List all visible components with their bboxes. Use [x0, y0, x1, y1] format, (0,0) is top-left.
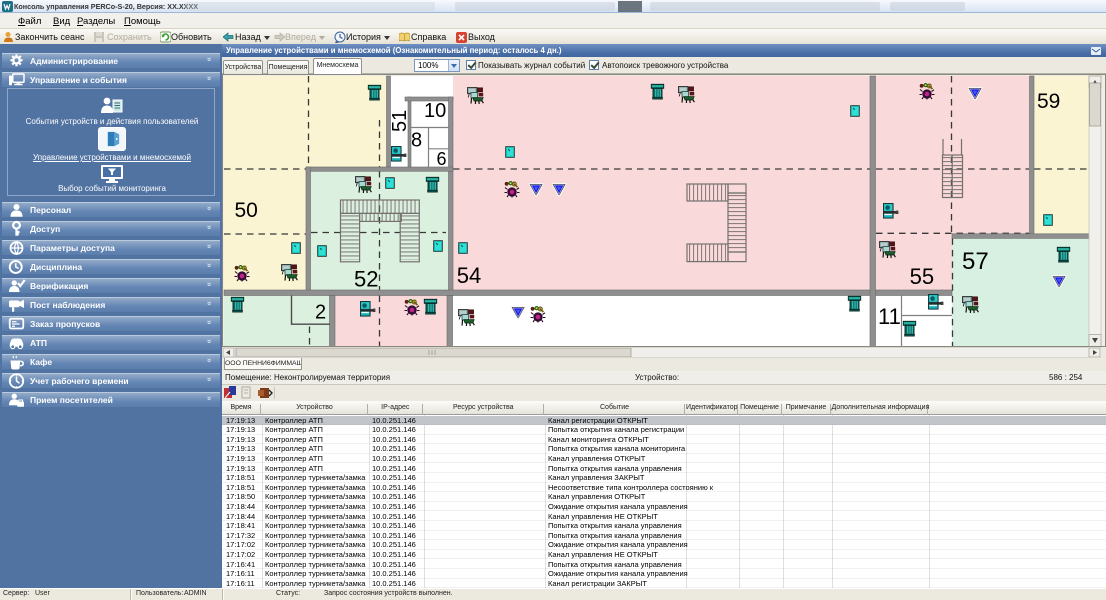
svg-text:59: 59	[1037, 90, 1060, 113]
svg-text:52: 52	[354, 267, 378, 292]
svg-text:11: 11	[878, 304, 901, 329]
svg-text:8: 8	[411, 130, 422, 152]
svg-text:6: 6	[437, 149, 447, 169]
svg-text:50: 50	[235, 199, 258, 222]
svg-text:54: 54	[457, 263, 481, 288]
svg-text:55: 55	[910, 264, 934, 289]
svg-text:51: 51	[389, 110, 411, 132]
svg-text:10: 10	[424, 100, 446, 122]
svg-text:57: 57	[962, 248, 989, 275]
svg-text:2: 2	[315, 302, 326, 324]
